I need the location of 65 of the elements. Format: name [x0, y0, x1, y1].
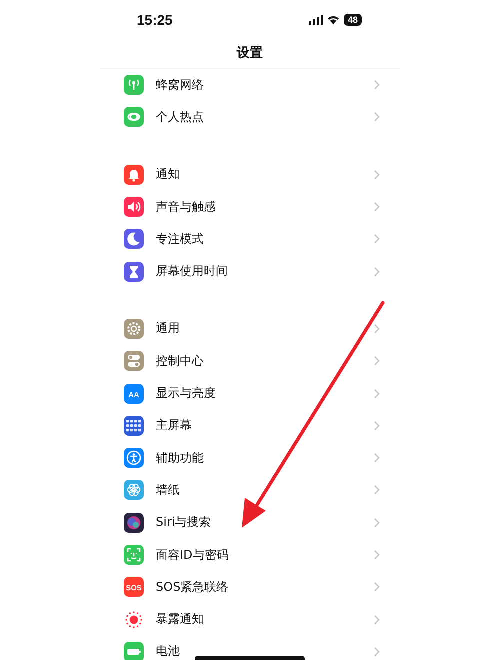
settings-row[interactable]: 专注模式 — [124, 223, 380, 256]
orb-icon — [124, 512, 144, 533]
settings-row[interactable]: 主屏幕 — [124, 410, 380, 442]
row-label: 通用 — [156, 320, 180, 338]
sun-dots-icon — [124, 610, 144, 630]
chevron-icon — [374, 170, 380, 180]
flower-icon — [124, 480, 144, 500]
signal-icon — [309, 15, 323, 25]
chevron-icon — [374, 356, 380, 366]
row-label: 显示与亮度 — [156, 385, 216, 402]
row-label: 面容ID与密码 — [156, 546, 229, 564]
gear-icon — [124, 318, 144, 339]
status-time: 15:25 — [137, 12, 174, 28]
battery-level: 48 — [344, 14, 362, 26]
row-label: SOS紧急联络 — [156, 578, 229, 596]
row-label: 暴露通知 — [156, 611, 204, 628]
hourglass-icon — [124, 262, 144, 282]
chevron-icon — [374, 324, 380, 334]
chevron-icon — [374, 388, 380, 399]
row-label: 主屏幕 — [156, 417, 192, 434]
face-scan-icon — [124, 545, 144, 565]
row-label: 控制中心 — [156, 352, 204, 370]
settings-row[interactable]: 屏幕使用时间 — [124, 255, 380, 288]
settings-row[interactable]: 控制中心 — [124, 345, 380, 378]
antenna-icon — [124, 75, 144, 96]
chevron-icon — [374, 614, 380, 625]
bell-icon — [124, 164, 144, 185]
chevron-icon — [374, 234, 380, 244]
chevron-icon — [374, 582, 380, 592]
moon-icon — [124, 229, 144, 250]
chevron-icon — [374, 266, 380, 277]
row-label: 声音与触感 — [156, 198, 216, 216]
chevron-icon — [374, 453, 380, 464]
row-label: 墙纸 — [156, 482, 180, 499]
chevron-icon — [374, 80, 380, 90]
person-icon — [124, 448, 144, 468]
settings-row[interactable]: 个人热点 — [124, 101, 380, 134]
settings-row[interactable]: 暴露通知 — [124, 603, 380, 636]
row-label: 蜂窝网络 — [156, 76, 204, 94]
settings-row[interactable]: 蜂窝网络 — [124, 69, 380, 102]
settings-row[interactable]: 通知 — [124, 158, 380, 191]
row-label: 个人热点 — [156, 108, 204, 126]
chevron-icon — [374, 550, 380, 560]
row-label: Siri与搜索 — [156, 514, 212, 532]
chevron-icon — [374, 646, 380, 657]
row-label: 屏幕使用时间 — [156, 263, 228, 280]
row-label: 通知 — [156, 166, 180, 184]
chevron-icon — [374, 202, 380, 212]
speaker-icon — [124, 197, 144, 218]
chevron-icon — [374, 485, 380, 496]
row-label: 电池 — [156, 643, 180, 660]
chevron-icon — [374, 420, 380, 431]
settings-row[interactable]: 通用 — [124, 312, 380, 346]
chevron-icon — [374, 518, 380, 528]
row-label: 辅助功能 — [156, 450, 204, 467]
settings-row[interactable]: 面容ID与密码 — [124, 538, 380, 572]
wifi-icon — [327, 15, 340, 25]
app-grid-icon — [124, 416, 144, 436]
settings-row[interactable]: 墙纸 — [124, 474, 380, 507]
settings-row[interactable]: 声音与触感 — [124, 190, 380, 224]
toggle-switches-icon — [124, 351, 144, 372]
chevron-icon — [374, 112, 380, 122]
row-label: 专注模式 — [156, 230, 204, 248]
settings-row[interactable]: 辅助功能 — [124, 442, 380, 474]
page-title: 设置 — [100, 40, 400, 69]
